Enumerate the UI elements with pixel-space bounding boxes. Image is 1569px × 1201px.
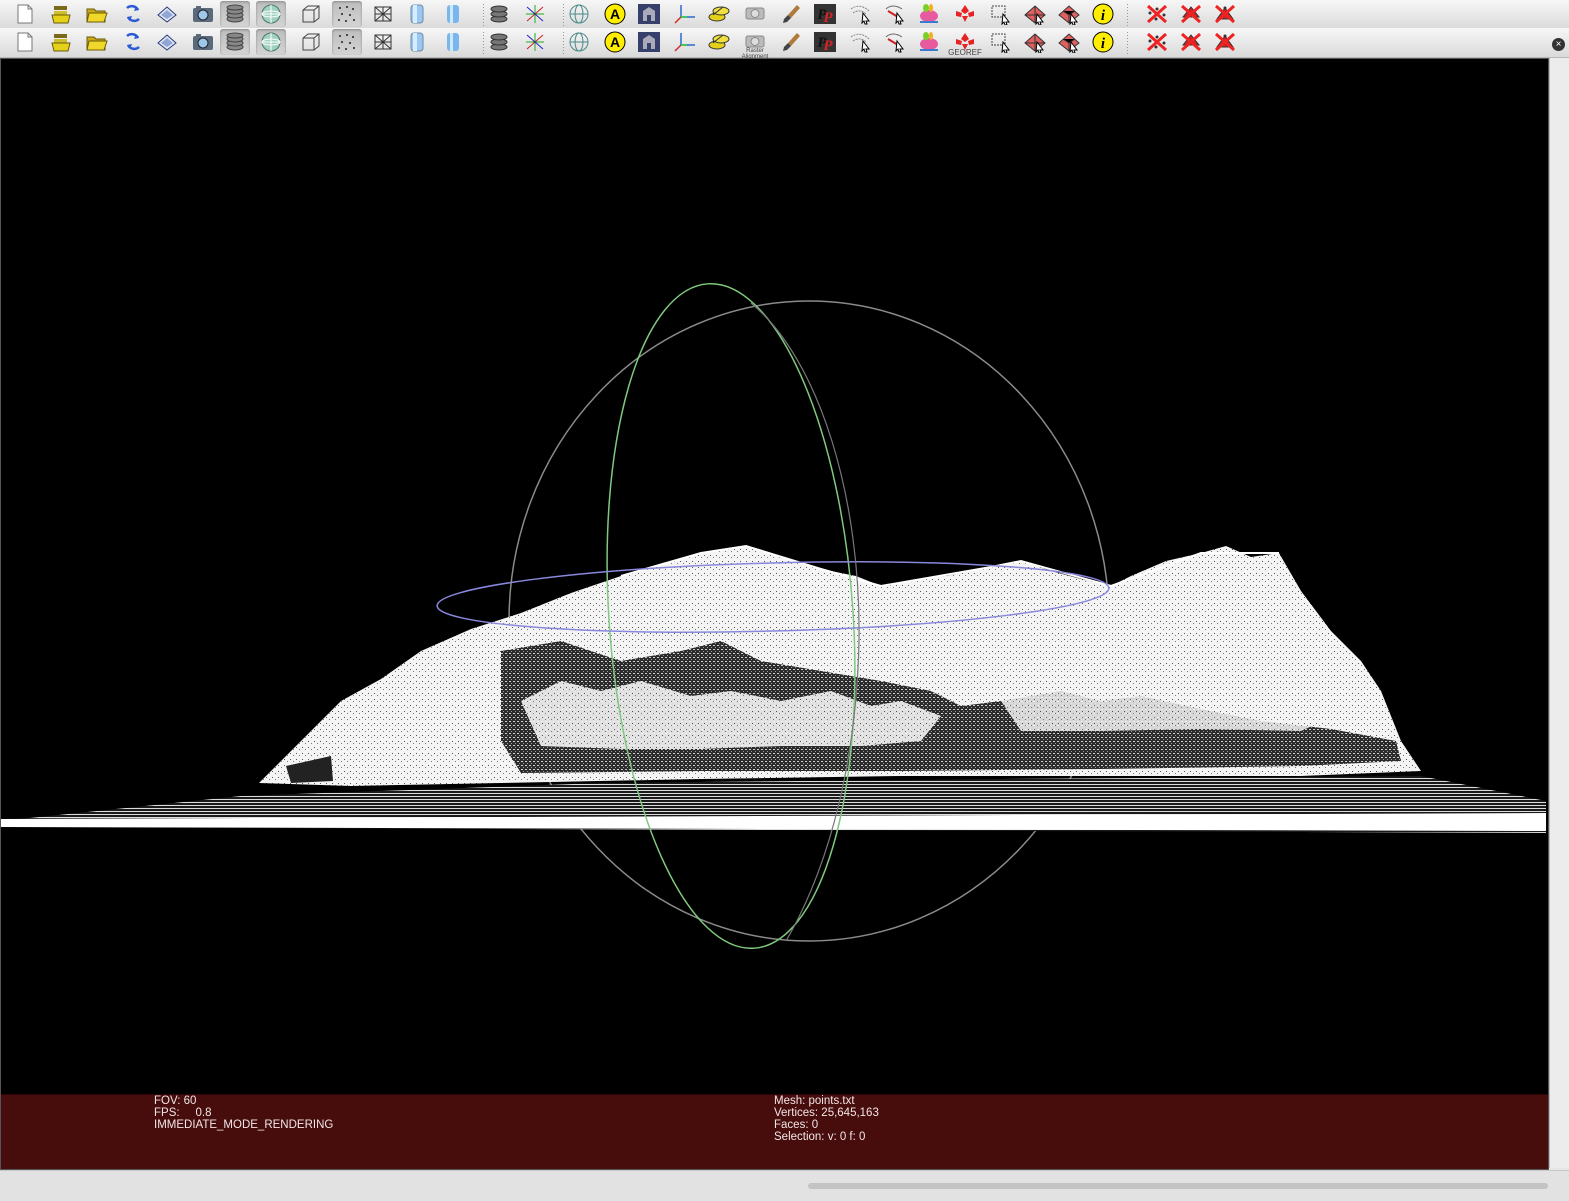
pick-points-button[interactable] [846,1,876,27]
vertices-label: Vertices: 25,645,163 [774,1107,879,1119]
reload-button[interactable] [118,29,148,55]
faces-label: Faces: 0 [774,1119,819,1131]
mesh-name-label: Mesh: points.txt [774,1095,855,1107]
delete-all-button[interactable] [1210,1,1240,27]
toolbar-separator [1126,4,1130,26]
measure-button[interactable] [880,1,910,27]
axes-transform-button[interactable] [520,1,550,27]
color-layers-button[interactable] [484,1,514,27]
annotation-a-button[interactable]: A [600,1,630,27]
georef-button[interactable] [950,1,980,27]
trackball-globe-button[interactable] [564,1,594,27]
wireframe-button[interactable] [368,29,398,55]
bunny-button[interactable] [914,1,944,27]
points-button[interactable] [332,1,362,27]
measure-button[interactable] [880,29,910,55]
pp-button[interactable]: PP [810,29,840,55]
trackball-globe-button[interactable] [564,29,594,55]
import-layers-button[interactable] [46,1,76,27]
new-button[interactable] [10,1,40,27]
points-button[interactable] [332,29,362,55]
new-button[interactable] [10,29,40,55]
toolbar-separator [562,4,566,26]
coin-stack-button[interactable] [704,29,734,55]
layers-button[interactable] [220,1,250,27]
wireframe-button[interactable] [368,1,398,27]
coin-stack-button[interactable] [704,1,734,27]
annotation-a-button[interactable]: A [600,29,630,55]
select-connected-button[interactable] [1054,1,1084,27]
pp-button[interactable]: PP [810,1,840,27]
flat-shading-button[interactable] [402,1,432,27]
pick-points-button[interactable] [846,29,876,55]
snapshot-button[interactable] [188,29,218,55]
mesh-info: Mesh: points.txt Vertices: 25,645,163 Fa… [774,1095,879,1143]
svg-text:P: P [823,38,833,53]
paint-brush-button[interactable] [776,1,806,27]
layer-dock-collapsed[interactable] [1549,58,1569,1168]
toolbar-bottom: A Raster Alignment P P GEOREF i [0,28,1569,60]
select-rect-button[interactable] [986,29,1016,55]
snapshot-button[interactable] [188,1,218,27]
paint-brush-button[interactable] [776,29,806,55]
close-icon[interactable]: × [1552,38,1565,51]
select-connected-button[interactable] [1054,29,1084,55]
axis-frame-button[interactable] [670,1,700,27]
reload-button[interactable] [118,1,148,27]
open-folder-button[interactable] [82,1,112,27]
svg-text:P: P [823,10,833,25]
camera-button[interactable] [740,1,770,27]
flat-shading-button[interactable] [402,29,432,55]
import-layers-button[interactable] [46,29,76,55]
terrain-point-cloud [1,544,1546,833]
smooth-shading-button[interactable] [438,29,468,55]
select-rect-button[interactable] [986,1,1016,27]
svg-text:A: A [610,34,620,50]
axes-transform-button[interactable] [520,29,550,55]
color-layers-button[interactable] [484,29,514,55]
svg-text:A: A [610,6,620,22]
selection-label: Selection: v: 0 f: 0 [774,1131,866,1143]
toolbar-top: A PP i [0,0,1569,30]
info-button[interactable]: i [1088,29,1118,55]
render-info: FOV: 60 FPS: 0.8 IMMEDIATE_MODE_RENDERIN… [154,1095,333,1131]
toolbar-separator [482,4,486,26]
decoration-sphere-button[interactable] [256,1,286,27]
camera-button[interactable]: Raster Alignment [740,29,770,60]
render-mode-label: IMMEDIATE_MODE_RENDERING [154,1119,334,1131]
delete-all-button[interactable] [1210,29,1240,55]
select-faces-button[interactable] [1020,29,1050,55]
bunny-button[interactable] [914,29,944,55]
bounding-box-button[interactable] [296,29,326,55]
layers-button[interactable] [220,29,250,55]
decoration-sphere-button[interactable] [256,29,286,55]
fps-label: FPS: 0.8 [154,1107,212,1119]
3d-viewport[interactable]: FOV: 60 FPS: 0.8 IMMEDIATE_MODE_RENDERIN… [0,58,1549,1170]
delete-vertices-button[interactable] [1142,1,1172,27]
temple-image-button[interactable] [634,29,664,55]
select-faces-button[interactable] [1020,1,1050,27]
temple-image-button[interactable] [634,1,664,27]
save-button[interactable] [152,29,182,55]
toolbar-separator [482,32,486,54]
toolbar-separator [562,32,566,54]
delete-vertices-button[interactable] [1142,29,1172,55]
scroll-thumb[interactable] [808,1183,1548,1189]
georef-caption: GEOREF [948,48,982,57]
georef-button[interactable]: GEOREF [948,29,982,57]
axis-frame-button[interactable] [670,29,700,55]
info-bar: FOV: 60 FPS: 0.8 IMMEDIATE_MODE_RENDERIN… [1,1094,1548,1169]
smooth-shading-button[interactable] [438,1,468,27]
horizontal-scrollbar[interactable] [0,1170,1569,1201]
save-button[interactable] [152,1,182,27]
bounding-box-button[interactable] [296,1,326,27]
delete-faces-button[interactable] [1176,1,1206,27]
scene-canvas [1,282,1546,950]
toolbar-separator [1126,32,1130,54]
info-button[interactable]: i [1088,1,1118,27]
delete-faces-button[interactable] [1176,29,1206,55]
fov-label: FOV: 60 [154,1095,197,1107]
open-folder-button[interactable] [82,29,112,55]
